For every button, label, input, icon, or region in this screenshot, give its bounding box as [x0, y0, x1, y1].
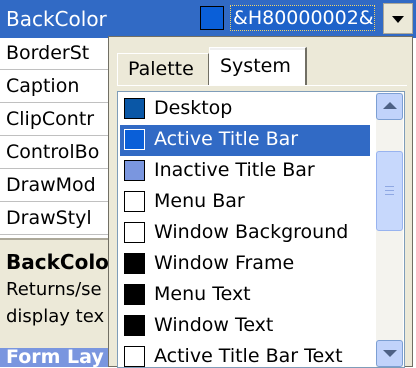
- property-row[interactable]: BorderSt: [0, 38, 112, 70]
- form-layout-titlebar[interactable]: Form Lay: [0, 346, 112, 368]
- form-layout-title: Form Lay: [6, 346, 104, 368]
- property-row[interactable]: Caption: [0, 71, 112, 103]
- list-item[interactable]: Window Frame: [120, 249, 370, 280]
- color-swatch: [124, 346, 145, 367]
- scroll-up-button[interactable]: [376, 93, 403, 120]
- color-swatch: [124, 98, 145, 119]
- scroll-down-button[interactable]: [376, 340, 403, 367]
- list-item-label: Menu Bar: [154, 190, 245, 212]
- grip-line: [385, 194, 394, 195]
- list-item[interactable]: Menu Text: [120, 280, 370, 311]
- list-item-label: Menu Text: [154, 283, 251, 305]
- tab-label: System: [220, 55, 291, 77]
- tab-label: Palette: [128, 58, 194, 80]
- color-picker-popup: Palette System Desktop Active Title Bar …: [108, 36, 413, 368]
- property-name: ControlBo: [6, 141, 100, 163]
- list-item[interactable]: Active Title Bar Text: [120, 342, 370, 367]
- list-item-label: Window Frame: [154, 252, 295, 274]
- list-item-label: Desktop: [154, 97, 233, 119]
- list-item-label: Window Background: [154, 221, 349, 243]
- property-row[interactable]: DrawStyl: [0, 203, 112, 235]
- color-swatch: [124, 253, 145, 274]
- value-color-swatch: [200, 6, 224, 30]
- description-pane: BackColo Returns/se display tex: [0, 238, 112, 350]
- list-item-label: Inactive Title Bar: [154, 159, 315, 181]
- list-item-label: Window Text: [154, 314, 274, 336]
- list-item[interactable]: Window Background: [120, 218, 370, 249]
- property-value-field[interactable]: &H80000002&: [230, 5, 375, 31]
- tab-separator: [117, 85, 407, 86]
- tab-system[interactable]: System: [209, 47, 307, 85]
- list-item[interactable]: Desktop: [120, 94, 370, 125]
- color-swatch: [124, 222, 145, 243]
- color-swatch: [124, 160, 145, 181]
- color-swatch: [124, 284, 145, 305]
- list-item-label: Active Title Bar: [154, 128, 299, 150]
- property-name: BorderSt: [6, 42, 90, 64]
- color-swatch: [124, 315, 145, 336]
- selected-property-row[interactable]: BackColor &H80000002&: [0, 0, 416, 38]
- description-text-line: display tex: [6, 306, 105, 327]
- property-name: DrawMod: [6, 174, 96, 196]
- list-item-selected[interactable]: Active Title Bar: [120, 125, 370, 156]
- color-swatch: [124, 129, 145, 150]
- description-text-line: Returns/se: [6, 279, 102, 300]
- scroll-thumb[interactable]: [376, 151, 403, 231]
- list-item-label: Active Title Bar Text: [154, 345, 343, 367]
- system-color-list: Desktop Active Title Bar Inactive Title …: [117, 91, 405, 368]
- property-row[interactable]: DrawMod: [0, 170, 112, 202]
- description-title: BackColo: [6, 250, 109, 274]
- tab-palette[interactable]: Palette: [117, 53, 209, 85]
- grip-line: [385, 186, 394, 187]
- selected-property-name: BackColor: [6, 7, 107, 31]
- property-name: DrawStyl: [6, 207, 92, 229]
- grip-line: [385, 190, 394, 191]
- property-name: ClipContr: [6, 108, 95, 130]
- property-name: Caption: [6, 75, 80, 97]
- property-row[interactable]: ClipContr: [0, 104, 112, 136]
- list-scrollbar[interactable]: [376, 93, 403, 367]
- property-row[interactable]: ControlBo: [0, 137, 112, 169]
- list-item[interactable]: Menu Bar: [120, 187, 370, 218]
- value-dropdown-button[interactable]: [383, 3, 413, 34]
- list-item[interactable]: Window Text: [120, 311, 370, 342]
- list-item[interactable]: Inactive Title Bar: [120, 156, 370, 187]
- color-swatch: [124, 191, 145, 212]
